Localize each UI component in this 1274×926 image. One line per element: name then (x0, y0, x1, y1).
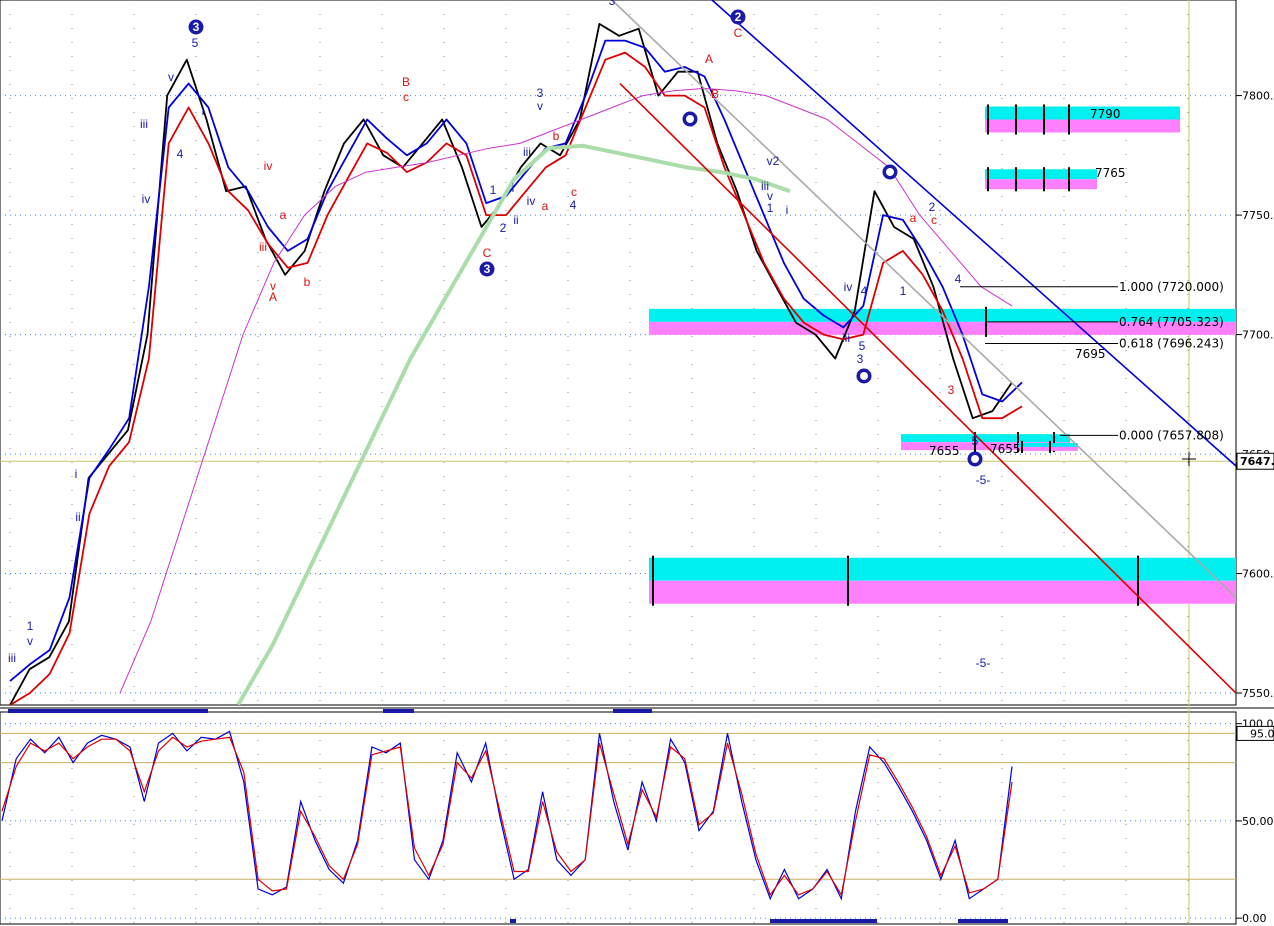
zone-label: 7790 (1090, 107, 1121, 121)
wave-label: B (711, 87, 719, 101)
zone-upper (985, 106, 1180, 120)
wave-label: c (931, 213, 937, 227)
reference-label: 95.0 (1250, 727, 1274, 740)
wave-circle-inner (886, 168, 894, 176)
zone-lower (649, 580, 1236, 604)
wave-label: i (786, 203, 789, 217)
wave-label: A (269, 290, 277, 304)
wave-label: iv (527, 194, 536, 208)
zone-lower (985, 119, 1180, 133)
fib-label: 0.764 (7705.323) (1119, 315, 1224, 329)
wave-label: a (542, 199, 549, 213)
zone-label: 7655 (929, 444, 960, 458)
wave-label: C (483, 246, 492, 260)
wave-label: 4 (955, 272, 962, 286)
wave-label: 1 (767, 201, 774, 215)
zone-upper (649, 557, 1236, 581)
wave-label: v (27, 634, 33, 648)
axis-tick-label: 7800. (1242, 90, 1274, 103)
elliott-wave-chart: 1.000 (7720.000) 0.764 (7705.323) 0.618 (7… (0, 0, 1274, 925)
wave-label: v (168, 70, 174, 84)
wave-label: i (75, 467, 78, 481)
wave-label: 5 (859, 339, 866, 353)
wave-label: B (402, 75, 410, 89)
fib-label: 0.000 (7657.808) (1119, 428, 1224, 442)
axis-tick-label: 7550. (1242, 687, 1274, 700)
fib-label: 1.000 (7720.000) (1119, 280, 1224, 294)
fib-label: 0.618 (7696.243) (1119, 337, 1224, 351)
wave-label: c (403, 90, 409, 104)
wave-label: 3 (857, 352, 864, 366)
wave-label: 3 (484, 262, 491, 276)
wave-label: 1 (900, 284, 907, 298)
wave-label: 2 (929, 200, 936, 214)
zone-lower (985, 179, 1097, 190)
wave-label: b (553, 129, 560, 143)
zone-upper (901, 434, 1070, 443)
axis-tick-label: 50.00 (1242, 815, 1274, 828)
wave-label: a (280, 208, 287, 222)
wave-label: 4 (177, 147, 184, 161)
wave-circle-inner (860, 372, 868, 380)
wave-label: iii (523, 145, 531, 159)
wave-label: iv (264, 159, 273, 173)
wave-label: 5 (192, 36, 199, 50)
zone-label: 7765 (1095, 166, 1126, 180)
wave-label: 3 (609, 0, 616, 8)
zone-upper (1018, 442, 1078, 447)
axis-tick-label: 0.00 (1242, 912, 1267, 925)
wave-label: ii (513, 213, 518, 227)
wave-label: 2 (500, 221, 507, 235)
wave-circle-inner (686, 115, 694, 123)
wave-label: 5 (972, 434, 979, 448)
wave-label: i (202, 104, 205, 118)
wave-label: b (304, 275, 311, 289)
zone-upper (985, 169, 1097, 180)
zone-lower (1018, 446, 1078, 451)
wave-label: v (537, 99, 543, 113)
wave-label: -5- (976, 656, 991, 670)
wave-label: iii (842, 331, 850, 345)
wave-label: 2 (735, 10, 742, 24)
wave-label: iii (140, 117, 148, 131)
wave-label: 1 (490, 183, 497, 197)
current-price-label: 7647. (1240, 455, 1274, 468)
wave-label: ii (75, 510, 80, 524)
wave-circle-inner (971, 455, 979, 463)
wave-label: 1 (27, 619, 34, 633)
wave-label: i (512, 181, 515, 195)
wave-label: iii (8, 651, 16, 665)
wave-label: v2 (767, 154, 780, 168)
wave-label: A (705, 52, 713, 66)
axis-tick-label: 7600. (1242, 568, 1274, 581)
wave-label: 3 (193, 20, 200, 34)
wave-label: -5- (976, 473, 991, 487)
wave-label: c (571, 185, 577, 199)
wave-label: iv (844, 280, 853, 294)
wave-label: 3 (948, 383, 955, 397)
zone-label: 7695 (1075, 347, 1106, 361)
zone-label: 7655 (990, 442, 1021, 456)
wave-label: a (910, 211, 917, 225)
wave-label: iv (142, 192, 151, 206)
wave-label: 4 (570, 198, 577, 212)
axis-tick-label: 7700. (1242, 329, 1274, 342)
axis-tick-label: 7750. (1242, 209, 1274, 222)
wave-label: C (734, 26, 743, 40)
wave-label: 4 (861, 284, 868, 298)
wave-label: iii (259, 240, 267, 254)
wave-label: 3 (537, 86, 544, 100)
